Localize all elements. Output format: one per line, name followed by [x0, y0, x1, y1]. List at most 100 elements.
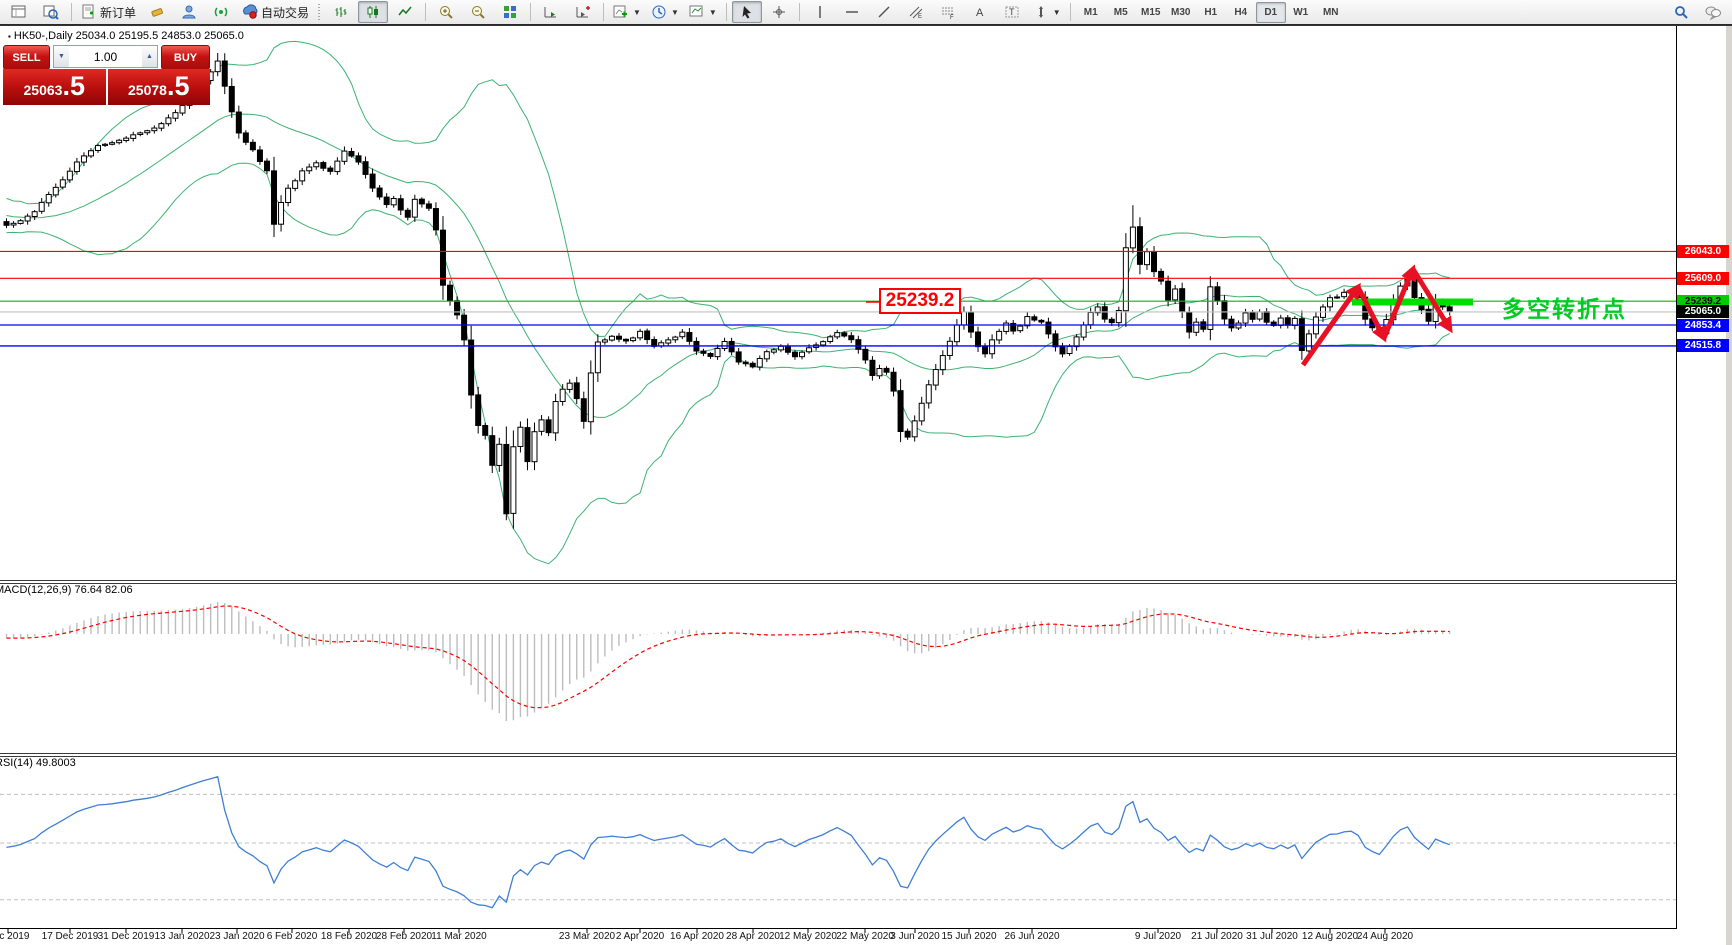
- volume-input[interactable]: 1.00: [69, 46, 142, 67]
- search-button[interactable]: [1666, 1, 1696, 23]
- sell-button[interactable]: SELL: [3, 45, 50, 70]
- signals-button[interactable]: [206, 1, 236, 23]
- toolbar-separator: [725, 3, 727, 21]
- profiles-icon: [181, 4, 197, 20]
- timeframe-button-h1[interactable]: H1: [1196, 2, 1226, 23]
- equidistant-channel-button[interactable]: E: [901, 1, 931, 23]
- autotrade-label: 自动交易: [261, 5, 310, 20]
- timeframe-button-d1[interactable]: D1: [1255, 1, 1286, 23]
- fibonacci-button[interactable]: F: [933, 1, 963, 23]
- profiles-button[interactable]: [174, 1, 204, 23]
- bar-chart-icon: [333, 4, 349, 20]
- window-scroll-strip[interactable]: [1726, 26, 1732, 945]
- date-axis-label: 31 Dec 2019: [97, 931, 155, 942]
- periods-button[interactable]: ▼: [647, 1, 683, 23]
- autoscroll-button[interactable]: [536, 1, 566, 23]
- date-axis-label: 23 Jan 2020: [209, 931, 265, 942]
- horizontal-line-icon: [844, 4, 860, 20]
- cursor-button[interactable]: [731, 1, 762, 23]
- text-button[interactable]: A: [965, 1, 995, 23]
- timeframe-button-m15[interactable]: M15: [1136, 2, 1166, 23]
- buy-button[interactable]: BUY: [161, 45, 210, 70]
- toolbar-separator: [603, 3, 605, 21]
- candlestick-chart-icon: [365, 4, 381, 20]
- bar-chart-button[interactable]: [326, 1, 356, 23]
- volume-down-button[interactable]: ▼: [54, 46, 69, 67]
- timeframe-button-mn[interactable]: MN: [1316, 2, 1346, 23]
- new-order-label: 新订单: [100, 5, 137, 20]
- cursor-icon: [739, 4, 755, 20]
- timeframe-button-h4[interactable]: H4: [1226, 2, 1256, 23]
- data-window-icon: [43, 4, 59, 20]
- price-callout-label[interactable]: 25239.2: [879, 288, 961, 314]
- timeframe-button-m5[interactable]: M5: [1106, 2, 1136, 23]
- chinese-annotation[interactable]: 多空转折点: [1502, 290, 1627, 324]
- chart-info-line: ▪ HK50-,Daily 25034.0 25195.5 24853.0 25…: [8, 30, 244, 42]
- price-axis[interactable]: [1677, 26, 1726, 945]
- rsi-label: RSI(14) 49.8003: [0, 757, 76, 769]
- text-icon: A: [972, 4, 988, 20]
- date-axis-label: 2 Apr 2020: [615, 931, 665, 942]
- text-label-button[interactable]: T: [997, 1, 1027, 23]
- date-axis-label: Dec 2019: [0, 931, 30, 942]
- buy-price-display[interactable]: 25078.5: [107, 69, 210, 105]
- eraser-button[interactable]: [142, 1, 172, 23]
- vertical-line-button[interactable]: [805, 1, 835, 23]
- zoom-in-button[interactable]: [431, 1, 461, 23]
- candlestick-chart-button[interactable]: [358, 1, 389, 23]
- toolbar: 新订单 自动交易 ▼ ▼ ▼ E F A T ▼ M1 M5 M15 M30 H…: [0, 0, 1732, 25]
- svg-text:T: T: [1009, 7, 1015, 17]
- zoom-in-icon: [438, 4, 454, 20]
- date-axis-label: 24 Aug 2020: [1356, 931, 1414, 942]
- toolbar-separator: [798, 3, 800, 21]
- timeframe-button-w1[interactable]: W1: [1286, 2, 1316, 23]
- chart-shift-button[interactable]: [568, 1, 598, 23]
- dropdown-caret: ▼: [708, 7, 717, 17]
- timeframe-button-m1[interactable]: M1: [1076, 2, 1106, 23]
- toolbar-separator: [425, 3, 427, 21]
- price-level-badge: 25609.0: [1677, 271, 1729, 285]
- toolbar-separator: [1069, 3, 1071, 21]
- zoom-out-button[interactable]: [463, 1, 493, 23]
- sell-price-pip: .5: [62, 71, 85, 101]
- price-level-badge: 24853.4: [1677, 318, 1729, 332]
- chat-button[interactable]: [1698, 1, 1728, 23]
- macd-label: MACD(12,26,9) 76.64 82.06: [0, 584, 133, 596]
- templates-button[interactable]: ▼: [685, 1, 721, 23]
- trendline-button[interactable]: [869, 1, 899, 23]
- horizontal-line-button[interactable]: [837, 1, 867, 23]
- vertical-line-icon: [812, 4, 828, 20]
- new-order-button[interactable]: 新订单: [77, 1, 140, 23]
- date-axis-label: 9 Jul 2020: [1134, 931, 1182, 942]
- date-axis-label: 17 Dec 2019: [41, 931, 99, 942]
- timeframe-button-m30[interactable]: M30: [1166, 2, 1196, 23]
- arrows-icon: [1033, 4, 1049, 20]
- autotrade-button[interactable]: 自动交易: [238, 1, 313, 23]
- chart-ohlc-text: HK50-,Daily 25034.0 25195.5 24853.0 2506…: [13, 30, 244, 42]
- crosshair-button[interactable]: [764, 1, 794, 23]
- toolbar-grip[interactable]: [317, 4, 323, 20]
- svg-text:E: E: [918, 14, 922, 20]
- tile-windows-icon: [502, 4, 518, 20]
- chat-icon: [1704, 4, 1722, 20]
- chart-window-button[interactable]: [4, 1, 34, 23]
- date-axis-label: 11 Mar 2020: [431, 931, 487, 942]
- tile-windows-button[interactable]: [495, 1, 525, 23]
- fibonacci-icon: F: [940, 4, 956, 20]
- timeframe-group: M1 M5 M15 M30 H1 H4 D1 W1 MN: [1076, 1, 1346, 23]
- volume-up-button[interactable]: ▲: [142, 46, 157, 67]
- toolbar-separator: [530, 3, 532, 21]
- sell-price-display[interactable]: 25063.5: [3, 69, 106, 105]
- price-level-badge: 25065.0: [1677, 305, 1729, 319]
- data-window-button[interactable]: [36, 1, 66, 23]
- indicators-button[interactable]: ▼: [609, 1, 645, 23]
- chart-canvas[interactable]: [0, 0, 1732, 945]
- crosshair-icon: [771, 4, 787, 20]
- new-order-icon: [81, 4, 97, 20]
- chart-shift-icon: [575, 4, 591, 20]
- date-axis-label: 13 Jan 2020: [154, 931, 210, 942]
- arrows-button[interactable]: ▼: [1029, 1, 1065, 23]
- price-level-badge: 24515.8: [1677, 339, 1729, 353]
- price-level-badge: 26043.0: [1677, 244, 1729, 258]
- line-chart-button[interactable]: [390, 1, 420, 23]
